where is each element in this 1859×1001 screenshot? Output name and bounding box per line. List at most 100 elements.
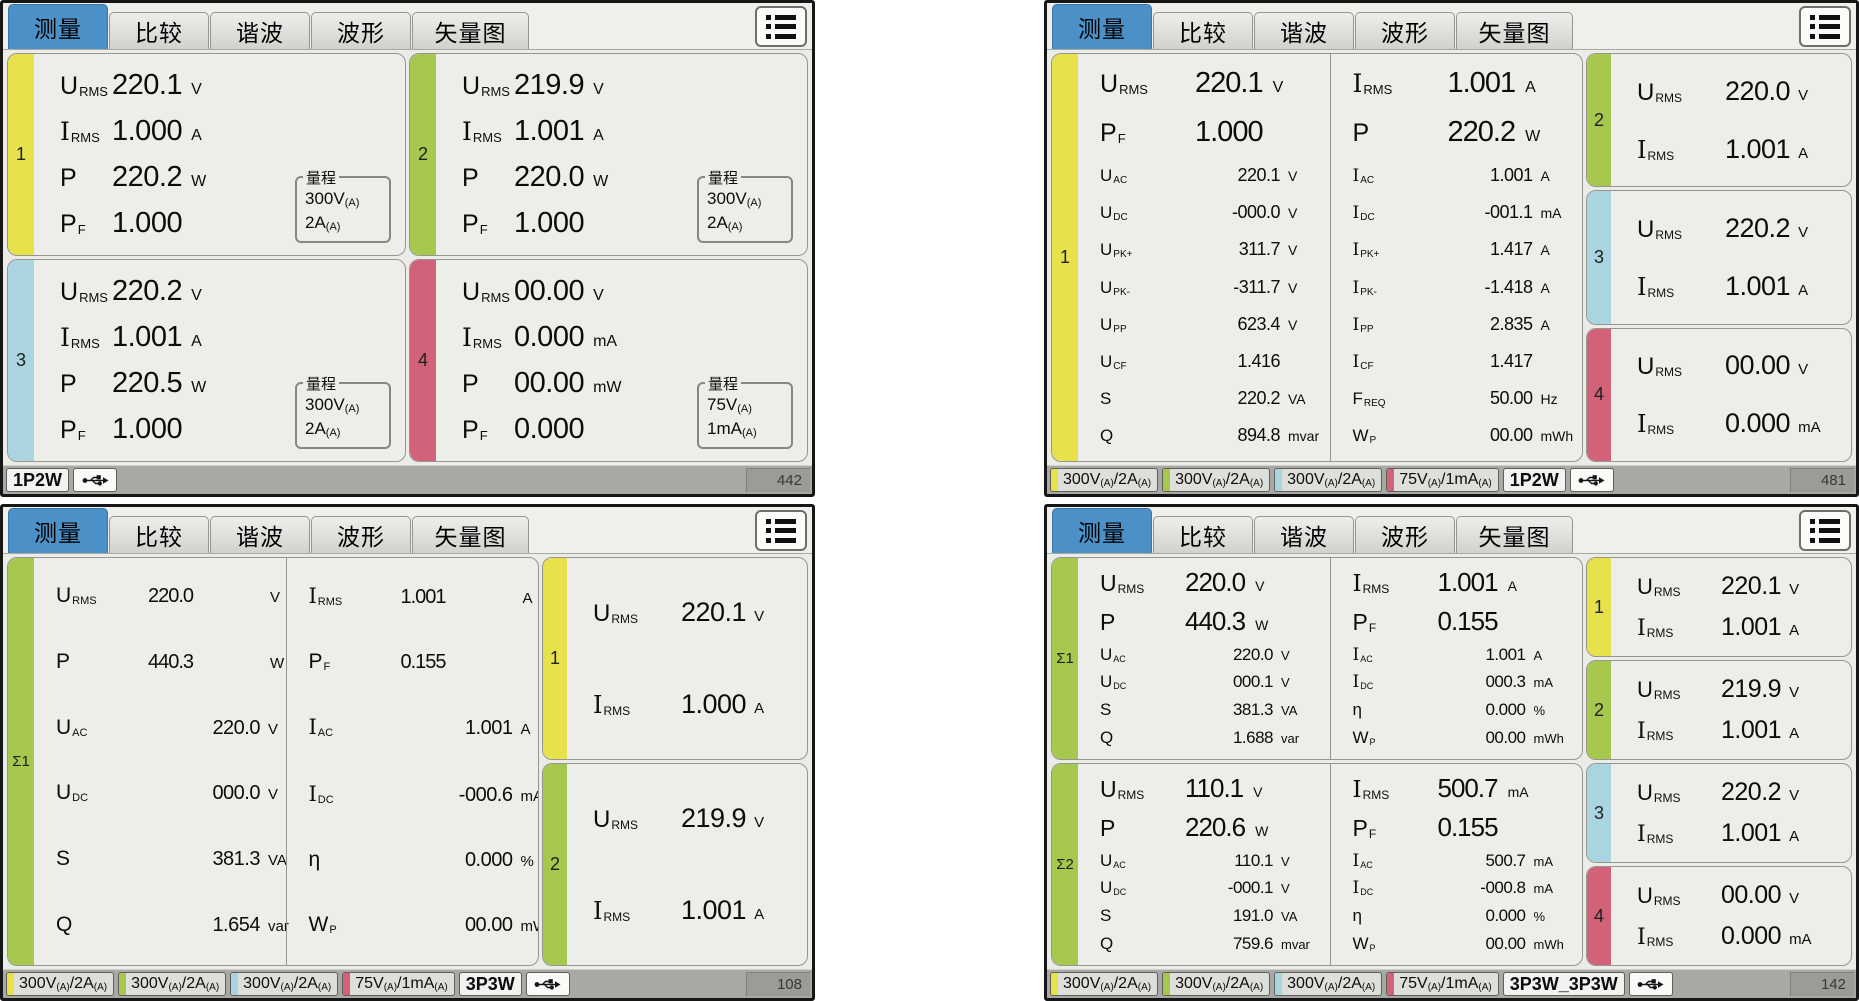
usb-indicator xyxy=(1629,972,1673,996)
label-subscript: F xyxy=(480,222,488,237)
label-letter: η xyxy=(1353,906,1362,925)
measurement-value: 00.00 xyxy=(1433,425,1533,446)
tab-compare[interactable]: 比较 xyxy=(109,516,209,553)
measurement-unit: W xyxy=(1255,617,1268,633)
measurement-value: 1.001 xyxy=(1433,165,1533,186)
measurement-unit: V xyxy=(1281,648,1290,663)
channel-stripe: 4 xyxy=(1587,329,1611,461)
measurement-unit: mWh xyxy=(1534,731,1564,746)
list-menu-icon xyxy=(766,15,796,39)
tab-vector[interactable]: 矢量图 xyxy=(412,12,529,49)
channel-number: 1 xyxy=(1060,247,1070,268)
label-letter: P xyxy=(1100,815,1115,841)
range-line: 300V(A) xyxy=(305,187,381,212)
measurement-label: Q xyxy=(1100,426,1180,446)
range-text: /1mA xyxy=(1441,471,1478,488)
channel-panel-1: 1URMS220.1VIRMS1.000A xyxy=(542,557,808,760)
tab-waveform[interactable]: 波形 xyxy=(311,12,411,49)
measurement-value: 219.9 xyxy=(1721,675,1781,704)
tab-measure[interactable]: 测量 xyxy=(1052,4,1152,49)
measurement-row: IPK--1.418A xyxy=(1353,277,1583,298)
measurement-unit: mWh xyxy=(1534,937,1564,952)
range-text: 2A xyxy=(305,213,326,232)
label-letter: U xyxy=(1100,315,1112,334)
tab-vector[interactable]: 矢量图 xyxy=(1456,516,1573,553)
tab-measure[interactable]: 测量 xyxy=(8,508,108,553)
measurement-unit: V xyxy=(1288,168,1297,184)
menu-button[interactable] xyxy=(755,510,807,551)
tab-waveform[interactable]: 波形 xyxy=(1355,516,1455,553)
menu-button[interactable] xyxy=(1799,6,1851,47)
measurement-value: 220.6 xyxy=(1185,812,1245,843)
measurement-row: IRMS1.001A xyxy=(1637,819,1841,848)
channel-number: 1 xyxy=(1594,597,1604,618)
label-subscript: P xyxy=(1370,435,1377,446)
range-chip-color xyxy=(1051,973,1058,995)
measurement-row: IPP2.835A xyxy=(1353,314,1583,335)
measurement-row: IRMS500.7mA xyxy=(1353,773,1583,804)
label-letter: Q xyxy=(1100,934,1113,953)
tab-vector[interactable]: 矢量图 xyxy=(1456,12,1573,49)
tab-compare[interactable]: 比较 xyxy=(1153,516,1253,553)
tab-harmonics[interactable]: 谐波 xyxy=(210,516,310,553)
channel-number: 2 xyxy=(1594,700,1604,721)
measurement-label: URMS xyxy=(1637,780,1721,806)
measurement-row: S381.3VA xyxy=(1100,700,1330,720)
measurement-label: S xyxy=(1100,389,1180,409)
tab-waveform[interactable]: 波形 xyxy=(311,516,411,553)
range-subscript: (A) xyxy=(742,427,757,439)
channel-number: Σ1 xyxy=(1056,650,1074,667)
tab-compare[interactable]: 比较 xyxy=(109,12,209,49)
label-letter: U xyxy=(1637,883,1653,908)
tab-harmonics[interactable]: 谐波 xyxy=(210,12,310,49)
tab-harmonics[interactable]: 谐波 xyxy=(1254,12,1354,49)
range-box: 量程300V(A)2A(A) xyxy=(295,176,391,243)
list-menu-icon xyxy=(766,519,796,543)
measurement-unit: A xyxy=(754,906,764,923)
label-letter: P xyxy=(462,416,479,444)
menu-button[interactable] xyxy=(755,6,807,47)
range-subscript: (A) xyxy=(1100,478,1113,489)
usb-icon xyxy=(534,977,561,992)
measurement-value: 220.2 xyxy=(1721,778,1781,807)
channel-stripe: Σ1 xyxy=(1052,558,1078,759)
measurement-label: IRMS xyxy=(593,897,681,926)
measurement-label: WP xyxy=(309,913,401,937)
tab-harmonics[interactable]: 谐波 xyxy=(1254,516,1354,553)
tab-waveform[interactable]: 波形 xyxy=(1355,12,1455,49)
tab-measure[interactable]: 测量 xyxy=(1052,508,1152,553)
range-text: 300V xyxy=(1175,975,1212,992)
label-letter: F xyxy=(1353,389,1363,408)
range-text: 300V xyxy=(1287,471,1324,488)
label-subscript: RMS xyxy=(1363,582,1390,596)
label-letter: W xyxy=(1353,426,1369,445)
menu-button[interactable] xyxy=(1799,510,1851,551)
label-subscript: F xyxy=(1118,131,1126,146)
label-subscript: RMS xyxy=(1363,788,1390,802)
measurement-value: 00.00 xyxy=(401,914,513,937)
measurement-value: 0.000 xyxy=(1431,906,1526,926)
measurement-value: 1.001 xyxy=(1438,567,1498,598)
channel-panel-4: 4URMS00.00VIRMS0.000mA xyxy=(1586,866,1852,966)
measurement-value: 50.00 xyxy=(1433,388,1533,409)
label-subscript: DC xyxy=(1113,212,1127,223)
measurement-value: 0.155 xyxy=(1438,812,1498,843)
measurement-unit: W xyxy=(1525,128,1540,146)
measurement-label: URMS xyxy=(1100,70,1195,99)
measurement-row: URMS00.00V xyxy=(1637,881,1841,910)
measurement-label: IPK+ xyxy=(1353,240,1433,260)
measurement-value: 381.3 xyxy=(1178,700,1273,720)
measurement-label: UCF xyxy=(1100,352,1180,372)
label-subscript: REQ xyxy=(1364,398,1386,409)
status-bar: 300V(A)/2A(A)300V(A)/2A(A)300V(A)/2A(A)7… xyxy=(1047,465,1856,494)
measurement-value: 0.000 xyxy=(514,321,584,354)
analyzer-screen-3: 测量比较谐波波形矢量图Σ1URMS220.0VP440.3WUAC220.0VU… xyxy=(0,504,815,1001)
label-subscript: AC xyxy=(318,727,333,739)
label-letter: U xyxy=(1637,353,1654,380)
measurement-unit: V xyxy=(593,81,604,99)
tab-compare[interactable]: 比较 xyxy=(1153,12,1253,49)
range-subscript: (A) xyxy=(1478,982,1491,993)
tab-vector[interactable]: 矢量图 xyxy=(412,516,529,553)
tab-measure[interactable]: 测量 xyxy=(8,4,108,49)
list-menu-icon xyxy=(1810,15,1840,39)
